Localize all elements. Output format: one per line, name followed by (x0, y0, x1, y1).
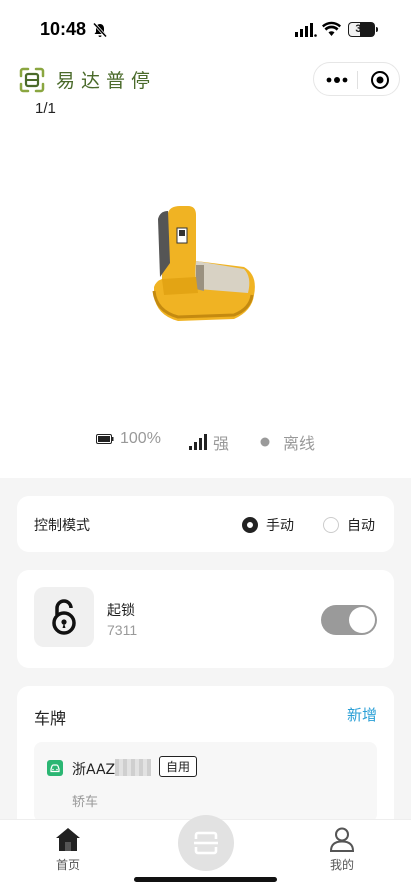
plate-list-item[interactable]: 浙AAZ 自用 轿车 (34, 742, 377, 822)
lock-title: 起锁 (107, 603, 135, 619)
battery-outline-icon (96, 434, 114, 444)
radio-unchecked-icon (323, 517, 339, 533)
bell-off-icon (92, 22, 108, 38)
signal-bars-icon (189, 434, 207, 450)
mode-manual-radio[interactable]: 手动 (242, 515, 294, 535)
battery-percent: 100% (120, 430, 161, 447)
signal-strength: 强 (213, 436, 230, 453)
plate-number: 浙AAZ (72, 762, 116, 778)
scan-center-button[interactable] (178, 815, 234, 871)
online-status: 离线 (283, 436, 316, 453)
mini-program-capsule (313, 62, 400, 96)
battery-level: 39 (355, 23, 368, 35)
lock-control-card: 起锁 7311 (17, 570, 394, 668)
wifi-icon (322, 21, 341, 36)
plate-number-masked (115, 759, 151, 776)
home-icon (56, 828, 80, 851)
home-indicator (134, 877, 277, 882)
tab-mine[interactable]: 我的 (312, 826, 372, 873)
app-logo-icon (19, 67, 45, 93)
lock-toggle[interactable] (321, 605, 377, 635)
battery-stat: 100% (96, 430, 161, 448)
scan-icon (194, 831, 218, 855)
tab-mine-label: 我的 (329, 858, 354, 872)
car-icon (47, 760, 63, 776)
device-stats: 100% 强 离线 (0, 430, 411, 454)
add-plate-button[interactable]: 新增 (347, 704, 377, 725)
app-title: 易达普停 (56, 70, 157, 92)
tab-home-label: 首页 (55, 858, 80, 872)
status-dot-icon (260, 437, 270, 447)
plate-vehicle-type: 轿车 (72, 795, 99, 810)
tab-home[interactable]: 首页 (38, 826, 98, 873)
plate-usage-tag: 自用 (159, 756, 198, 777)
gallery-page-indicator: 1/1 (35, 100, 56, 117)
more-icon[interactable] (325, 73, 349, 87)
mode-auto-label: 自动 (347, 518, 375, 534)
status-bar: 10:48 39 (0, 0, 411, 58)
mode-auto-radio[interactable]: 自动 (323, 515, 375, 535)
close-target-icon[interactable] (370, 70, 390, 90)
lock-icon-box (34, 587, 94, 647)
parking-lock-device-image (152, 206, 255, 321)
radio-checked-icon (242, 517, 258, 533)
mode-manual-label: 手动 (266, 518, 294, 534)
plates-title: 车牌 (34, 709, 67, 728)
user-icon (329, 827, 355, 852)
control-mode-label: 控制模式 (34, 518, 90, 534)
status-time: 10:48 (40, 19, 87, 39)
cellular-signal-icon (295, 23, 317, 37)
battery-icon: 39 (348, 22, 378, 37)
capsule-divider (357, 71, 358, 89)
lock-code: 7311 (107, 622, 138, 638)
unlock-icon (52, 599, 76, 635)
online-stat: 离线 (260, 430, 315, 454)
control-mode-card: 控制模式 手动 自动 (17, 496, 394, 552)
signal-stat: 强 (189, 430, 229, 454)
